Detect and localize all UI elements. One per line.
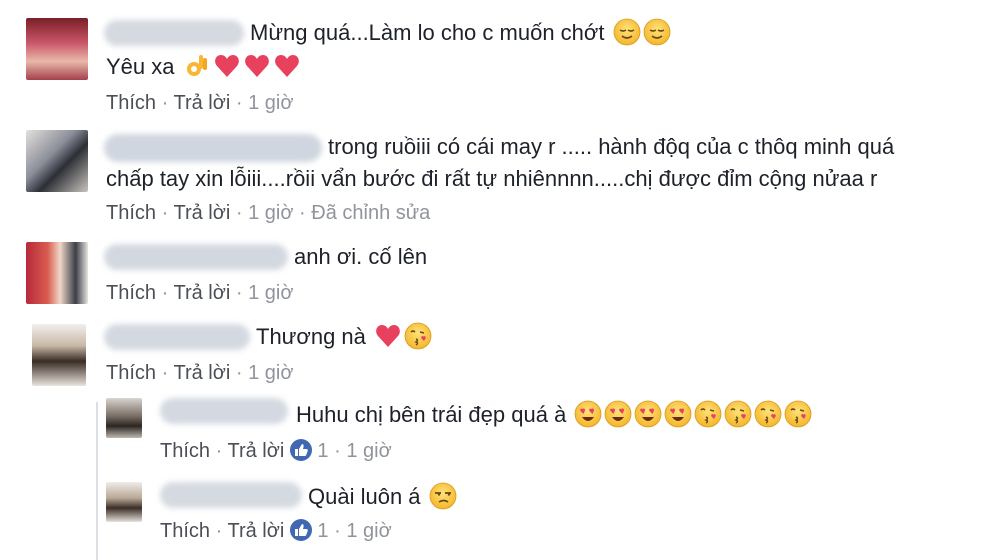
heart-icon — [213, 52, 241, 80]
avatar[interactable] — [32, 324, 86, 386]
heart-icon — [273, 52, 301, 80]
comment-actions: Thích · Trả lời · 1 giờ — [106, 282, 294, 304]
relieved-face-icon — [643, 18, 671, 46]
reply-link[interactable]: Trả lời — [227, 520, 284, 542]
kissing-face-icon — [784, 400, 812, 428]
reply-link[interactable]: Trả lời — [173, 202, 230, 224]
comment-text-line-2: chấp tay xin lỗiii....rồii vẩn bước đi r… — [106, 166, 878, 191]
kissing-face-icon — [404, 322, 432, 350]
comment-actions: Thích · Trả lời · 1 giờ — [106, 362, 294, 384]
commenter-name[interactable] — [160, 482, 302, 508]
avatar[interactable] — [106, 398, 142, 438]
like-link[interactable]: Thích — [106, 282, 156, 304]
like-link[interactable]: Thích — [106, 362, 156, 384]
comment-text-line-2: Yêu xa — [106, 52, 301, 82]
heart-icon — [374, 322, 402, 350]
unamused-face-icon — [429, 482, 457, 510]
avatar[interactable] — [26, 130, 88, 192]
kissing-face-icon — [754, 400, 782, 428]
commenter-name[interactable] — [104, 20, 244, 46]
kissing-face-icon — [694, 400, 722, 428]
like-count-icon[interactable] — [289, 519, 312, 541]
reply-link[interactable]: Trả lời — [173, 362, 230, 384]
comment-text: Mừng quá...Làm lo cho c muốn chớt — [250, 18, 671, 48]
kissing-face-icon — [724, 400, 752, 428]
commenter-name[interactable] — [160, 398, 288, 424]
heart-eyes-face-icon — [634, 400, 662, 428]
comment-text: anh ơi. cố lên — [294, 244, 428, 269]
reply-text: Huhu chị bên trái đẹp quá à — [296, 400, 812, 430]
avatar[interactable] — [26, 18, 88, 80]
ok-hand-icon — [183, 52, 211, 80]
timestamp[interactable]: 1 giờ — [248, 282, 293, 304]
heart-eyes-face-icon — [574, 400, 602, 428]
reply-actions: Thích · Trả lời 1 · 1 giờ — [160, 439, 392, 462]
reply-link[interactable]: Trả lời — [227, 440, 284, 462]
reply-text: Quài luôn á — [308, 482, 457, 512]
heart-eyes-face-icon — [664, 400, 692, 428]
commenter-name[interactable] — [104, 244, 288, 270]
comment-actions: Thích · Trả lời · 1 giờ · Đã chỉnh sửa — [106, 202, 431, 224]
reply-actions: Thích · Trả lời 1 · 1 giờ — [160, 519, 392, 542]
avatar[interactable] — [106, 482, 142, 522]
like-count[interactable]: 1 — [317, 440, 328, 462]
heart-icon — [243, 52, 271, 80]
comment-text: Thương nà — [256, 322, 432, 352]
heart-eyes-face-icon — [604, 400, 632, 428]
like-link[interactable]: Thích — [106, 92, 156, 114]
timestamp[interactable]: 1 giờ — [248, 202, 293, 224]
timestamp[interactable]: 1 giờ — [346, 440, 391, 462]
avatar[interactable] — [26, 242, 88, 304]
like-link[interactable]: Thích — [106, 202, 156, 224]
like-link[interactable]: Thích — [160, 520, 210, 542]
timestamp[interactable]: 1 giờ — [248, 92, 293, 114]
like-link[interactable]: Thích — [160, 440, 210, 462]
edited-label[interactable]: Đã chỉnh sửa — [311, 202, 430, 224]
commenter-name[interactable] — [104, 324, 250, 350]
reply-link[interactable]: Trả lời — [173, 282, 230, 304]
commenter-name[interactable] — [104, 134, 322, 162]
timestamp[interactable]: 1 giờ — [346, 520, 391, 542]
relieved-face-icon — [613, 18, 641, 46]
comment-text: trong ruồiii có cái may r ..... hành độq… — [328, 134, 895, 159]
like-count[interactable]: 1 — [317, 520, 328, 542]
timestamp[interactable]: 1 giờ — [248, 362, 293, 384]
like-count-icon[interactable] — [289, 439, 312, 461]
reply-link[interactable]: Trả lời — [173, 92, 230, 114]
comment-actions: Thích · Trả lời · 1 giờ — [106, 92, 294, 114]
reply-thread-line — [96, 402, 98, 560]
